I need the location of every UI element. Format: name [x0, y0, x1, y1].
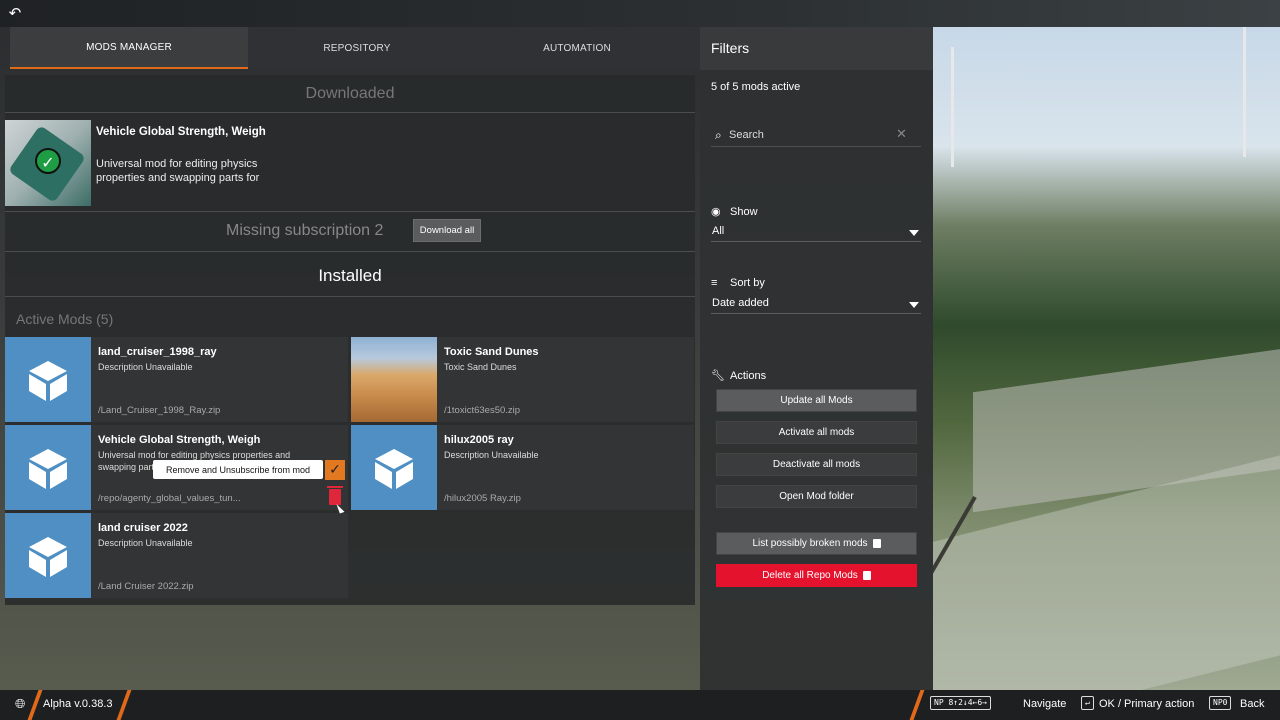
- mod-description: Description Unavailable: [98, 538, 193, 548]
- download-all-button[interactable]: Download all: [413, 219, 481, 242]
- sort-filter-label: ≡ Sort by: [711, 277, 765, 289]
- active-mods-title: Active Mods (5): [16, 311, 114, 327]
- mod-active-checkbox[interactable]: ✓: [325, 460, 345, 480]
- sort-label-text: Sort by: [730, 277, 765, 289]
- divider: [116, 690, 132, 720]
- delete-all-repo-mods-label: Delete all Repo Mods: [762, 570, 858, 581]
- mod-thumbnail: ✓: [5, 120, 91, 206]
- filters-panel: Filters 5 of 5 mods active ⌕ ✕ ◉ Show All…: [700, 27, 933, 690]
- mod-thumbnail: [351, 337, 437, 422]
- tab-bar: MODS MANAGER REPOSITORY AUTOMATION: [10, 27, 700, 69]
- actions-label: 🔧︎ Actions: [711, 369, 766, 382]
- sort-icon: ≡: [711, 277, 718, 289]
- divider: [5, 251, 695, 252]
- divider: [27, 690, 43, 720]
- filters-title: Filters: [711, 40, 750, 56]
- mod-name: Vehicle Global Strength, Weigh: [98, 434, 261, 446]
- tab-repository[interactable]: REPOSITORY: [248, 27, 466, 69]
- top-bar: ↶: [0, 0, 1280, 27]
- downloaded-mod-card[interactable]: ✓ Vehicle Global Strength, Weigh Univers…: [5, 120, 695, 206]
- cube-icon: [29, 448, 67, 489]
- search-icon: ⌕: [715, 128, 722, 142]
- filters-header: Filters: [700, 27, 933, 70]
- back-hint: Back: [1240, 698, 1265, 710]
- mod-name: Toxic Sand Dunes: [444, 346, 539, 358]
- open-mod-folder-button[interactable]: Open Mod folder: [716, 485, 917, 508]
- sort-select[interactable]: Date added: [711, 296, 921, 314]
- ok-hint: OK / Primary action: [1099, 698, 1195, 710]
- mod-card[interactable]: hilux2005 ray Description Unavailable /h…: [351, 425, 694, 510]
- missing-subscription-row: Missing subscription 2 Download all: [5, 216, 695, 248]
- mod-thumbnail: [5, 337, 91, 422]
- search-file-icon: [872, 539, 881, 548]
- mod-name: land cruiser 2022: [98, 522, 188, 534]
- version-label: Alpha v.0.38.3: [43, 698, 113, 710]
- mod-description: Description Unavailable: [98, 362, 193, 372]
- cube-icon: [29, 360, 67, 401]
- chevron-down-icon: [909, 230, 919, 236]
- deactivate-all-mods-button[interactable]: Deactivate all mods: [716, 453, 917, 476]
- mod-card[interactable]: Toxic Sand Dunes Toxic Sand Dunes /1toxi…: [351, 337, 694, 422]
- mod-thumbnail: [351, 425, 437, 510]
- divider: [5, 296, 695, 297]
- chevron-down-icon: [909, 302, 919, 308]
- downloaded-title: Downloaded: [305, 85, 395, 102]
- activate-all-mods-button[interactable]: Activate all mods: [716, 421, 917, 444]
- mod-description: Description Unavailable: [444, 450, 539, 460]
- active-mods-count: 5 of 5 mods active: [711, 81, 801, 93]
- ok-key: ↵: [1081, 696, 1094, 710]
- mod-name: hilux2005 ray: [444, 434, 514, 446]
- show-label-text: Show: [730, 206, 758, 218]
- back-key: NP0: [1209, 696, 1232, 710]
- mod-path: /1toxict63es50.zip: [444, 405, 521, 416]
- bottom-bar: 🌐︎ Alpha v.0.38.3 NP 8↑2↓4←6→ Navigate ↵…: [0, 690, 1280, 720]
- search-box: ⌕ ✕: [711, 125, 921, 147]
- list-broken-mods-button[interactable]: List possibly broken mods: [716, 532, 917, 555]
- cube-icon: [375, 448, 413, 489]
- show-select-value: All: [712, 225, 725, 237]
- game-background: [933, 27, 1280, 690]
- back-arrow-icon[interactable]: ↶: [6, 4, 24, 22]
- missing-subscription-label: Missing subscription 2: [226, 222, 384, 239]
- actions-label-text: Actions: [730, 370, 767, 382]
- divider: [5, 211, 695, 212]
- remove-mod-tooltip: Remove and Unsubscribe from mod: [153, 460, 323, 479]
- cube-icon: [29, 536, 67, 577]
- mod-path: /hilux2005 Ray.zip: [444, 493, 521, 504]
- mod-name: land_cruiser_1998_ray: [98, 346, 217, 358]
- show-select[interactable]: All: [711, 224, 921, 242]
- close-icon[interactable]: ✕: [896, 127, 907, 142]
- mod-thumbnail: [5, 513, 91, 598]
- divider: [909, 690, 925, 720]
- show-filter-label: ◉ Show: [711, 205, 758, 218]
- divider: [5, 112, 695, 113]
- mod-description: Universal mod for editing physics proper…: [96, 158, 260, 184]
- mods-panel: Downloaded ✓ Vehicle Global Strength, We…: [5, 75, 695, 605]
- delete-all-repo-mods-button[interactable]: Delete all Repo Mods: [716, 564, 917, 587]
- mod-path: /Land Cruiser 2022.zip: [98, 581, 194, 592]
- tab-mods-manager[interactable]: MODS MANAGER: [10, 27, 248, 69]
- check-icon: ✓: [35, 148, 61, 174]
- update-all-mods-button[interactable]: Update all Mods: [716, 389, 917, 412]
- mod-path: /repo/agenty_global_values_tun...: [98, 493, 241, 504]
- navigate-hint: Navigate: [1023, 698, 1067, 710]
- list-broken-mods-label: List possibly broken mods: [752, 538, 868, 549]
- trash-icon: [862, 571, 871, 580]
- navigate-key: NP 8↑2↓4←6→: [930, 696, 991, 710]
- mod-card[interactable]: land cruiser 2022 Description Unavailabl…: [5, 513, 348, 598]
- mod-path: /Land_Cruiser_1998_Ray.zip: [98, 405, 221, 416]
- mod-description: Toxic Sand Dunes: [444, 362, 517, 372]
- mod-card[interactable]: land_cruiser_1998_ray Description Unavai…: [5, 337, 348, 422]
- installed-title: Installed: [318, 266, 382, 285]
- globe-icon[interactable]: 🌐︎: [15, 697, 25, 712]
- mod-thumbnail: [5, 425, 91, 510]
- search-input[interactable]: [729, 126, 899, 144]
- mod-name: Vehicle Global Strength, Weigh: [96, 126, 266, 138]
- wrench-icon: 🔧︎: [711, 370, 725, 382]
- sort-select-value: Date added: [712, 297, 769, 309]
- tab-automation[interactable]: AUTOMATION: [466, 27, 688, 69]
- eye-icon: ◉: [711, 206, 721, 218]
